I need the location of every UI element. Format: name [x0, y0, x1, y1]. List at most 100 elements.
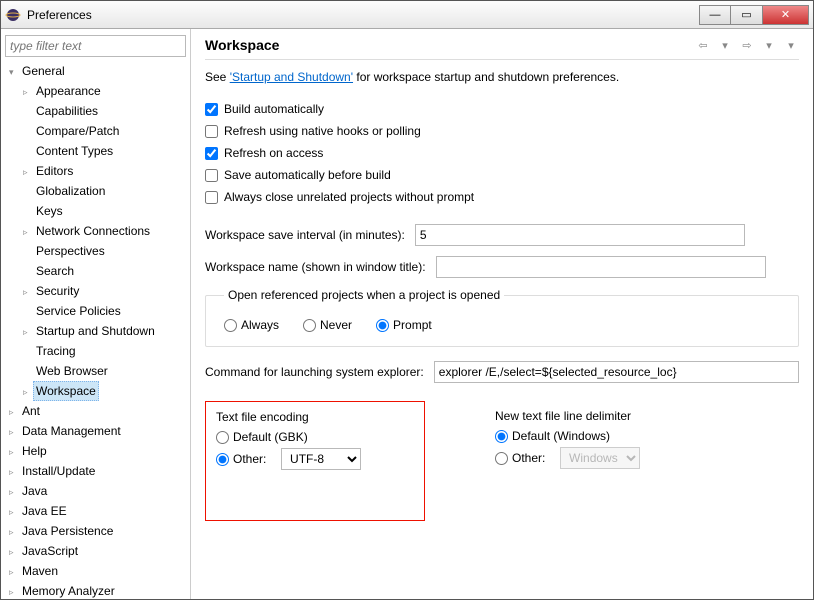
tree-item-perspectives[interactable]: Perspectives	[23, 241, 186, 261]
tree-item-ant[interactable]: ▹Ant	[9, 401, 186, 421]
chevron-right-icon[interactable]: ▹	[9, 423, 19, 441]
encoding-select[interactable]: UTF-8	[281, 448, 361, 470]
encoding-group: Text file encoding Default (GBK) Other: …	[205, 401, 425, 521]
tree-item-tracing[interactable]: Tracing	[23, 341, 186, 361]
ld-other-radio[interactable]	[495, 452, 508, 465]
radio-never[interactable]	[303, 319, 316, 332]
tree-item-data-management[interactable]: ▹Data Management	[9, 421, 186, 441]
chevron-right-icon[interactable]: ▹	[9, 483, 19, 501]
tree-item-capabilities[interactable]: Capabilities	[23, 101, 186, 121]
chevron-right-icon[interactable]: ▹	[9, 403, 19, 421]
checkbox-group: Build automatically Refresh using native…	[205, 98, 799, 208]
workspace-name-label: Workspace name (shown in window title):	[205, 260, 426, 274]
chevron-right-icon[interactable]: ▹	[9, 463, 19, 481]
window-title: Preferences	[27, 8, 92, 22]
chevron-right-icon[interactable]: ▹	[9, 443, 19, 461]
save-before-build-checkbox[interactable]	[205, 169, 218, 182]
refresh-native-checkbox[interactable]	[205, 125, 218, 138]
menu-icon[interactable]: ▾	[783, 37, 799, 53]
save-interval-row: Workspace save interval (in minutes):	[205, 224, 799, 246]
intro-text: See 'Startup and Shutdown' for workspace…	[205, 70, 799, 84]
radio-always[interactable]	[224, 319, 237, 332]
radio-prompt[interactable]	[376, 319, 389, 332]
tree-item-web-browser[interactable]: Web Browser	[23, 361, 186, 381]
chevron-right-icon[interactable]: ▹	[9, 563, 19, 581]
tree-item-compare-patch[interactable]: Compare/Patch	[23, 121, 186, 141]
explorer-cmd-label: Command for launching system explorer:	[205, 365, 424, 379]
header-tools: ⇦ ▾ ⇨ ▾ ▾	[695, 37, 799, 53]
back-icon[interactable]: ⇦	[695, 37, 711, 53]
chevron-right-icon[interactable]: ▹	[9, 503, 19, 521]
chevron-right-icon[interactable]: ▹	[9, 523, 19, 541]
tree-item-maven[interactable]: ▹Maven	[9, 561, 186, 581]
open-referenced-group: Open referenced projects when a project …	[205, 288, 799, 347]
tree-item-security[interactable]: ▹Security	[23, 281, 186, 301]
encoding-delimiter-row: Text file encoding Default (GBK) Other: …	[205, 401, 799, 521]
tree-item-globalization[interactable]: Globalization	[23, 181, 186, 201]
encoding-default-radio[interactable]	[216, 431, 229, 444]
forward-icon[interactable]: ⇨	[739, 37, 755, 53]
tree-item-editors[interactable]: ▹Editors	[23, 161, 186, 181]
encoding-title: Text file encoding	[216, 410, 414, 424]
tree-item-install-update[interactable]: ▹Install/Update	[9, 461, 186, 481]
open-referenced-title: Open referenced projects when a project …	[224, 288, 504, 302]
tree-item-java-persistence[interactable]: ▹Java Persistence	[9, 521, 186, 541]
workspace-name-input[interactable]	[436, 256, 766, 278]
chevron-down-icon[interactable]: ▾	[761, 37, 777, 53]
ld-select: Windows	[560, 447, 640, 469]
main-panel: Workspace ⇦ ▾ ⇨ ▾ ▾ See 'Startup and Shu…	[191, 29, 813, 599]
encoding-other-label: Other:	[233, 452, 266, 466]
radio-prompt-row[interactable]: Prompt	[376, 318, 432, 332]
tree-item-java-ee[interactable]: ▹Java EE	[9, 501, 186, 521]
ld-default-label: Default (Windows)	[512, 429, 610, 443]
minimize-button[interactable]: —	[699, 5, 731, 25]
refresh-access-checkbox[interactable]	[205, 147, 218, 160]
tree-item-startup-shutdown[interactable]: ▹Startup and Shutdown	[23, 321, 186, 341]
filter-input[interactable]	[5, 35, 186, 57]
tree-item-content-types[interactable]: Content Types	[23, 141, 186, 161]
chevron-right-icon[interactable]: ▹	[23, 223, 33, 241]
explorer-cmd-row: Command for launching system explorer:	[205, 361, 799, 383]
close-unrelated-checkbox[interactable]	[205, 191, 218, 204]
encoding-default-label: Default (GBK)	[233, 430, 308, 444]
tree-item-help[interactable]: ▹Help	[9, 441, 186, 461]
tree-item-network-connections[interactable]: ▹Network Connections	[23, 221, 186, 241]
tree-item-memory-analyzer[interactable]: ▹Memory Analyzer	[9, 581, 186, 599]
chevron-right-icon[interactable]: ▹	[23, 163, 33, 181]
tree-item-general[interactable]: ▾General ▹Appearance Capabilities Compar…	[9, 61, 186, 401]
preferences-window: Preferences — ▭ ✕ ▾General ▹Appearance C…	[0, 0, 814, 600]
save-before-build-label: Save automatically before build	[224, 168, 391, 182]
titlebar: Preferences — ▭ ✕	[1, 1, 813, 29]
chevron-right-icon[interactable]: ▹	[9, 583, 19, 599]
chevron-right-icon[interactable]: ▹	[23, 83, 33, 101]
maximize-button[interactable]: ▭	[731, 5, 763, 25]
chevron-right-icon[interactable]: ▹	[23, 283, 33, 301]
tree-item-search[interactable]: Search	[23, 261, 186, 281]
startup-shutdown-link[interactable]: 'Startup and Shutdown'	[230, 70, 353, 84]
chevron-right-icon[interactable]: ▹	[23, 383, 33, 401]
close-unrelated-label: Always close unrelated projects without …	[224, 190, 474, 204]
save-interval-input[interactable]	[415, 224, 745, 246]
workspace-name-row: Workspace name (shown in window title):	[205, 256, 799, 278]
tree-item-keys[interactable]: Keys	[23, 201, 186, 221]
nav-tree: ▾General ▹Appearance Capabilities Compar…	[5, 61, 186, 599]
build-automatically-checkbox[interactable]	[205, 103, 218, 116]
ld-other-label: Other:	[512, 451, 545, 465]
chevron-down-icon[interactable]: ▾	[9, 63, 19, 81]
encoding-other-radio[interactable]	[216, 453, 229, 466]
refresh-native-label: Refresh using native hooks or polling	[224, 124, 421, 138]
ld-default-radio[interactable]	[495, 430, 508, 443]
radio-always-row[interactable]: Always	[224, 318, 279, 332]
tree-item-javascript[interactable]: ▹JavaScript	[9, 541, 186, 561]
chevron-right-icon[interactable]: ▹	[23, 323, 33, 341]
radio-never-row[interactable]: Never	[303, 318, 352, 332]
chevron-right-icon[interactable]: ▹	[9, 543, 19, 561]
tree-item-workspace[interactable]: ▹Workspace	[23, 381, 186, 401]
chevron-down-icon[interactable]: ▾	[717, 37, 733, 53]
close-button[interactable]: ✕	[763, 5, 809, 25]
explorer-cmd-input[interactable]	[434, 361, 799, 383]
tree-item-appearance[interactable]: ▹Appearance	[23, 81, 186, 101]
tree-item-java[interactable]: ▹Java	[9, 481, 186, 501]
build-automatically-label: Build automatically	[224, 102, 324, 116]
tree-item-service-policies[interactable]: Service Policies	[23, 301, 186, 321]
